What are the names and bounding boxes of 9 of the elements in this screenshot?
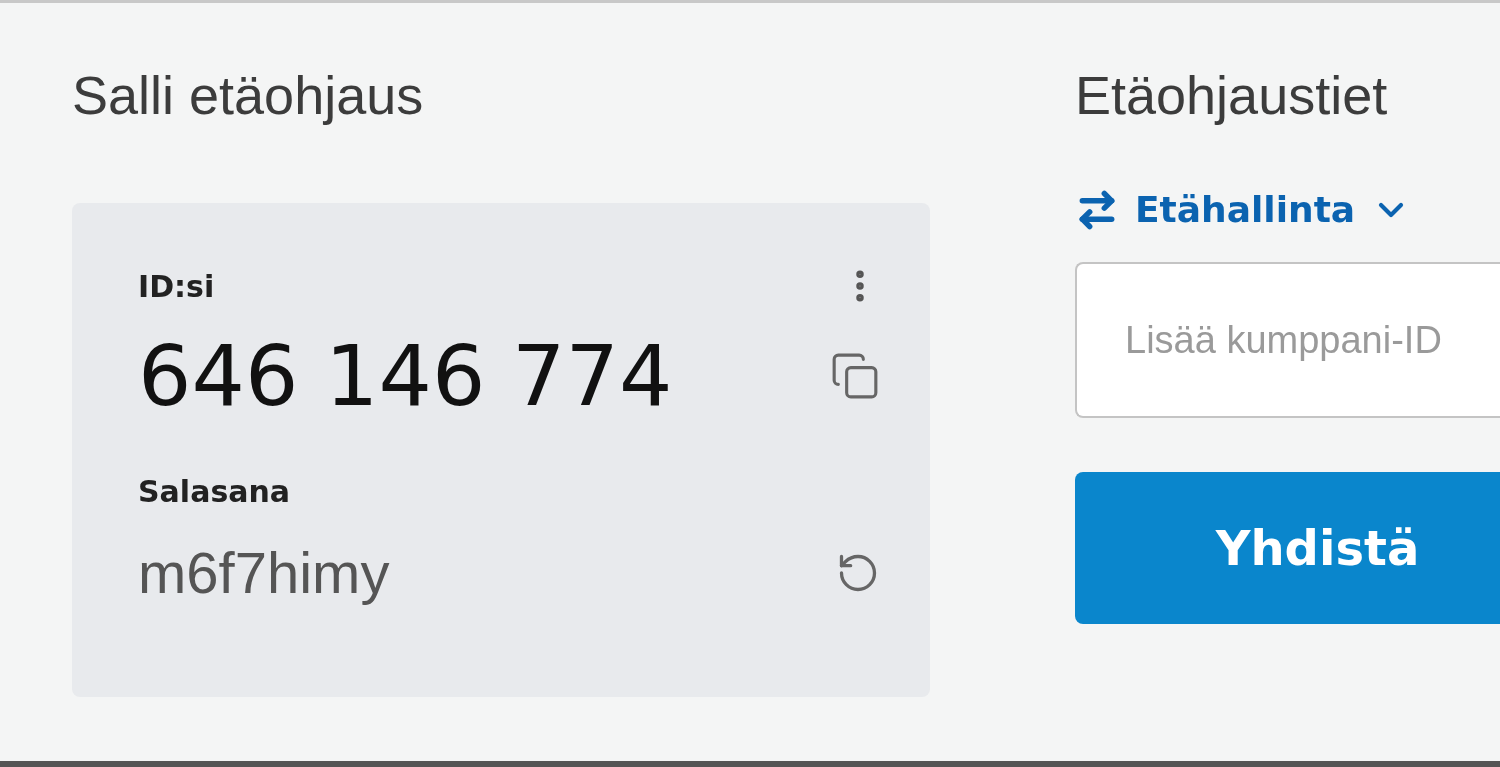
- copy-icon[interactable]: [830, 351, 880, 401]
- section-heading: Etäohjaustiet: [1075, 64, 1388, 127]
- password-label: Salasana: [138, 472, 291, 511]
- mode-dropdown[interactable]: Etähallinta: [1075, 180, 1412, 240]
- partner-id-field[interactable]: Lisää kumppani-ID: [1075, 262, 1500, 418]
- id-number: 646 146 774: [138, 334, 673, 418]
- id-label: ID:si: [138, 267, 215, 306]
- connect-button[interactable]: Yhdistä: [1075, 472, 1500, 624]
- section-heading: Salli etäohjaus: [72, 64, 424, 127]
